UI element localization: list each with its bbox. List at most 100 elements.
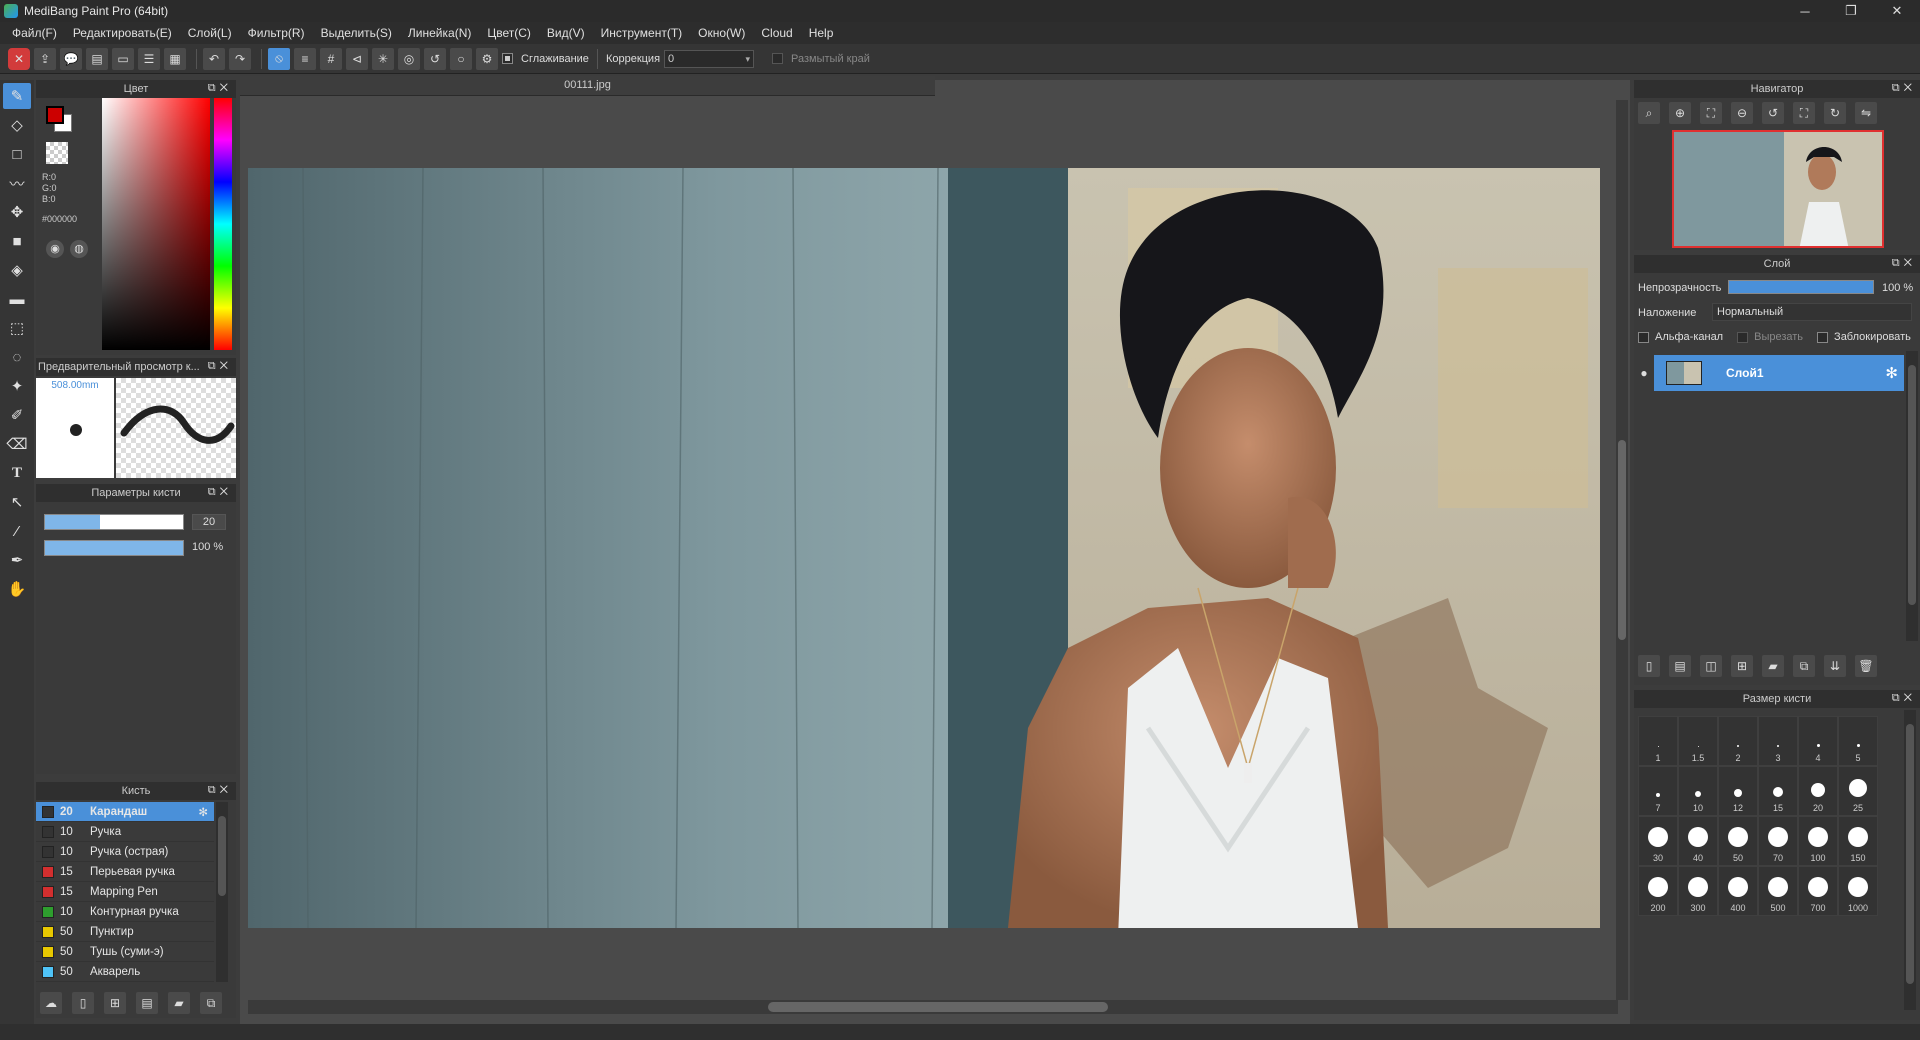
brush-size-scrollbar[interactable] <box>1904 710 1916 1010</box>
brush-size-scroll-thumb[interactable] <box>1906 724 1914 984</box>
snap-settings-icon[interactable]: ⚙ <box>476 47 498 70</box>
new-halftone-layer-icon[interactable]: ▤ <box>1669 655 1691 677</box>
menu-cloud[interactable]: Cloud <box>753 22 800 44</box>
panel-controls-icon[interactable]: ⧉✕ <box>208 360 232 373</box>
cancel-icon[interactable]: ✕ <box>8 47 30 70</box>
maximize-button[interactable]: ❐ <box>1828 0 1874 22</box>
brush-size-option[interactable]: 400 <box>1718 866 1758 916</box>
duplicate-brush-icon[interactable]: ⧉ <box>200 992 222 1014</box>
menu-file[interactable]: Файл(F) <box>4 22 65 44</box>
snap-radial-icon[interactable]: ✳ <box>372 47 394 70</box>
brush-size-option[interactable]: 100 <box>1798 816 1838 866</box>
fill-rect-tool-icon[interactable]: ■ <box>3 228 31 254</box>
brush-size-option[interactable]: 500 <box>1758 866 1798 916</box>
brush-size-option[interactable]: 7 <box>1638 766 1678 816</box>
palette-icon[interactable]: ◉ <box>46 240 64 258</box>
grid-icon[interactable]: ▦ <box>164 47 186 70</box>
panel-controls-icon[interactable]: ⧉✕ <box>208 784 232 797</box>
menu-select[interactable]: Выделить(S) <box>313 22 400 44</box>
brush-size-option[interactable]: 50 <box>1718 816 1758 866</box>
layer-scroll-thumb[interactable] <box>1908 365 1916 605</box>
brush-size-slider[interactable] <box>44 514 184 530</box>
panel-controls-icon[interactable]: ⧉✕ <box>1892 692 1916 705</box>
eyedropper-tool-icon[interactable]: ⁄ <box>3 518 31 544</box>
brush-size-option[interactable]: 30 <box>1638 816 1678 866</box>
menu-edit[interactable]: Редактировать(E) <box>65 22 180 44</box>
dot-tool-icon[interactable]: □ <box>3 141 31 167</box>
brush-settings-gear-icon[interactable]: ✻ <box>198 805 208 819</box>
panel-controls-icon[interactable]: ⧉✕ <box>208 486 232 499</box>
menu-tool[interactable]: Инструмент(T) <box>593 22 691 44</box>
eraser-tool-icon[interactable]: ◇ <box>3 112 31 138</box>
lock-checkbox[interactable] <box>1817 331 1829 343</box>
layer-folder-icon[interactable]: ▰ <box>1762 655 1784 677</box>
lasso-tool-icon[interactable]: ◌ <box>3 344 31 370</box>
hand-tool-icon[interactable]: ✋ <box>3 576 31 602</box>
brush-size-option[interactable]: 40 <box>1678 816 1718 866</box>
share-icon[interactable]: ⇪ <box>34 47 56 70</box>
layer-opacity-slider[interactable] <box>1728 280 1874 294</box>
canvas-vertical-scrollbar[interactable] <box>1616 100 1628 1000</box>
snap-cross-icon[interactable]: # <box>320 47 342 70</box>
operation-tool-icon[interactable]: ↖ <box>3 489 31 515</box>
clip-checkbox[interactable] <box>1737 331 1749 343</box>
brush-size-option[interactable]: 1 <box>1638 716 1678 766</box>
snap-circle-icon[interactable]: ◎ <box>398 47 420 70</box>
hue-slider[interactable] <box>214 98 232 350</box>
canvas-vscroll-thumb[interactable] <box>1618 440 1626 640</box>
brush-size-option[interactable]: 20 <box>1798 766 1838 816</box>
brush-list-item[interactable]: 10 Ручка <box>36 822 214 842</box>
duplicate-layer-icon[interactable]: ⧉ <box>1793 655 1815 677</box>
zoom-icon[interactable]: ⌕ <box>1638 102 1660 124</box>
panel-controls-icon[interactable]: ⧉✕ <box>1892 257 1916 270</box>
speech-bubble-icon[interactable]: 💬 <box>60 47 82 70</box>
palette-add-icon[interactable]: ◍ <box>70 240 88 258</box>
brush-tool-icon[interactable]: ✎ <box>3 83 31 109</box>
page-icon[interactable]: ▭ <box>112 47 134 70</box>
select-eraser-tool-icon[interactable]: ⌫ <box>3 431 31 457</box>
flip-icon[interactable]: ⇋ <box>1855 102 1877 124</box>
new-1bit-layer-icon[interactable]: ◫ <box>1700 655 1722 677</box>
select-pen-tool-icon[interactable]: ✐ <box>3 402 31 428</box>
fit-icon[interactable]: ⛶ <box>1700 102 1722 124</box>
menu-help[interactable]: Help <box>801 22 842 44</box>
brush-folder-icon[interactable]: ▰ <box>168 992 190 1014</box>
brush-size-option[interactable]: 300 <box>1678 866 1718 916</box>
brush-list-item[interactable]: 50 Пунктир <box>36 922 214 942</box>
select-rect-tool-icon[interactable]: ⬚ <box>3 315 31 341</box>
zoom-out-icon[interactable]: ⊖ <box>1731 102 1753 124</box>
cloud-brush-icon[interactable]: ☁ <box>40 992 62 1014</box>
add-layer-menu-icon[interactable]: ⊞ <box>1731 655 1753 677</box>
brush-size-option[interactable]: 700 <box>1798 866 1838 916</box>
fullscreen-icon[interactable]: ⛶ <box>1793 102 1815 124</box>
document-tab[interactable]: 00111.jpg <box>240 76 935 94</box>
alpha-checkbox[interactable] <box>1638 331 1649 343</box>
brush-list-item[interactable]: 10 Контурная ручка <box>36 902 214 922</box>
layer-list-scrollbar[interactable] <box>1906 351 1918 641</box>
brush-size-option[interactable]: 12 <box>1718 766 1758 816</box>
brush-settings-icon[interactable]: ▤ <box>136 992 158 1014</box>
menu-ruler[interactable]: Линейка(N) <box>400 22 479 44</box>
undo-icon[interactable]: ↶ <box>203 47 225 70</box>
snap-off-icon[interactable]: ⦸ <box>268 47 290 70</box>
pen-tool-icon[interactable]: ✒ <box>3 547 31 573</box>
redo-icon[interactable]: ↷ <box>229 47 251 70</box>
canvas-hscroll-thumb[interactable] <box>768 1002 1108 1012</box>
snap-parallel-icon[interactable]: ≡ <box>294 47 316 70</box>
minimize-button[interactable]: ─ <box>1782 0 1828 22</box>
correction-select[interactable]: 0 <box>664 49 755 68</box>
panel-controls-icon[interactable]: ⧉✕ <box>1892 82 1916 95</box>
brush-size-option[interactable]: 5 <box>1838 716 1878 766</box>
menu-window[interactable]: Окно(W) <box>690 22 753 44</box>
brush-size-option[interactable]: 25 <box>1838 766 1878 816</box>
brush-list-item[interactable]: 15 Mapping Pen <box>36 882 214 902</box>
brush-size-option[interactable]: 200 <box>1638 866 1678 916</box>
menu-filter[interactable]: Фильтр(R) <box>240 22 313 44</box>
transparent-color-swatch[interactable] <box>46 142 68 164</box>
list-icon[interactable]: ☰ <box>138 47 160 70</box>
brush-size-option[interactable]: 150 <box>1838 816 1878 866</box>
brush-list-item[interactable]: 10 Ручка (острая) <box>36 842 214 862</box>
brush-list-item[interactable]: 15 Перьевая ручка <box>36 862 214 882</box>
add-brush-icon[interactable]: ⊞ <box>104 992 126 1014</box>
navigator-thumbnail[interactable] <box>1672 130 1884 248</box>
